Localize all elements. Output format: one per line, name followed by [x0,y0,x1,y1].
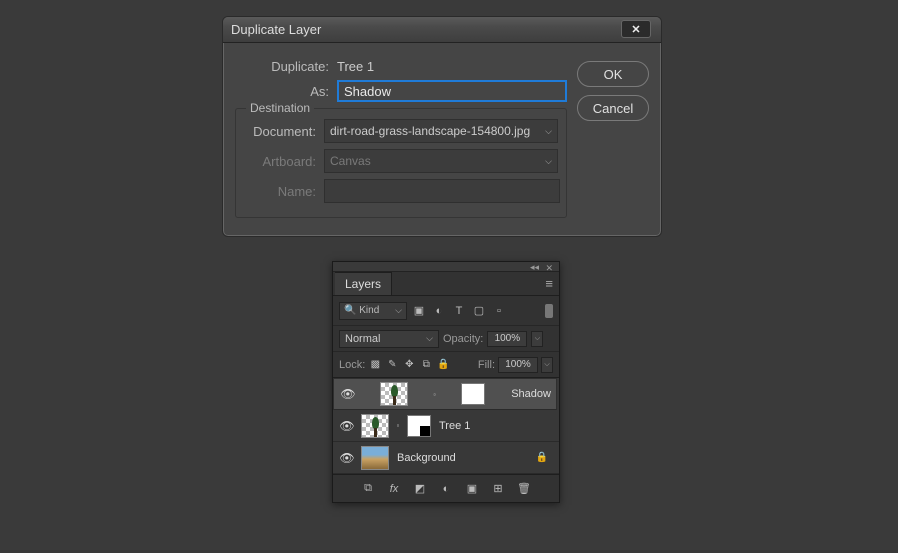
visibility-icon[interactable]: 👁 [338,451,356,465]
duplicate-layer-dialog: Duplicate Layer ✕ Duplicate: Tree 1 As: … [222,16,662,237]
layer-thumbnail[interactable] [361,414,389,438]
layer-thumbnail[interactable] [361,446,389,470]
dialog-title: Duplicate Layer [231,22,321,37]
chevron-down-icon: ⌵ [545,126,552,137]
chevron-down-icon: ⌵ [545,156,552,167]
fx-icon[interactable]: fx [386,481,402,497]
lock-all-icon[interactable]: 🔒 [436,358,450,372]
as-input[interactable] [337,80,567,102]
lock-label: Lock: [339,359,365,371]
name-label: Name: [242,184,316,199]
opacity-dropdown[interactable]: ⌵ [531,331,543,347]
layers-list: 👁 ⬞ Shadow 👁 ⬞ Tree 1 👁 Background 🔒 [333,378,559,474]
link-layers-icon[interactable]: ⧉ [360,481,376,497]
destination-fieldset: Destination Document: dirt-road-grass-la… [235,108,567,218]
fill-value[interactable]: 100% [498,357,538,373]
layer-row[interactable]: 👁 ⬞ Tree 1 [333,410,559,442]
chevron-down-icon: ⌵ [426,333,433,344]
layer-name[interactable]: Shadow [511,388,551,400]
ok-button[interactable]: OK [577,61,649,87]
lock-transparency-icon[interactable]: ▩ [368,358,382,372]
dialog-titlebar: Duplicate Layer ✕ [223,17,661,43]
opacity-label: Opacity: [443,333,483,345]
new-layer-icon[interactable]: ⊞ [490,481,506,497]
destination-title: Destination [246,101,314,115]
mask-link-icon[interactable]: ⬞ [431,389,439,400]
lock-image-icon[interactable]: ✎ [385,358,399,372]
close-button[interactable]: ✕ [621,20,651,38]
delete-icon[interactable]: 🗑 [516,481,532,497]
group-icon[interactable]: ▣ [464,481,480,497]
panel-grip[interactable]: ◂◂ ✕ [333,262,559,272]
layer-name[interactable]: Tree 1 [439,420,470,432]
panel-menu-icon[interactable]: ≡ [545,276,553,291]
mask-icon[interactable]: ◩ [412,481,428,497]
as-label: As: [235,84,329,99]
adjustment-icon[interactable]: ◐ [438,481,454,497]
cancel-button[interactable]: Cancel [577,95,649,121]
layer-row[interactable]: 👁 Background 🔒 [333,442,559,474]
lock-artboard-icon[interactable]: ⧉ [419,358,433,372]
filter-shape-icon[interactable]: ▢ [471,303,487,319]
fill-dropdown[interactable]: ⌵ [541,357,553,373]
lock-position-icon[interactable]: ✥ [402,358,416,372]
opacity-value[interactable]: 100% [487,331,527,347]
filter-pixel-icon[interactable]: ▣ [411,303,427,319]
filter-kind-select[interactable]: 🔍 Kind ⌵ [339,302,407,320]
layer-mask-thumbnail[interactable] [461,383,485,405]
layers-tab[interactable]: Layers [335,272,392,295]
layer-row[interactable]: 👁 ⬞ Shadow [333,378,557,410]
mask-link-icon[interactable]: ⬞ [394,420,402,431]
chevron-down-icon: ⌵ [395,305,402,316]
filter-smart-icon[interactable]: ▫ [491,303,507,319]
artboard-label: Artboard: [242,154,316,169]
fill-label: Fill: [478,359,495,371]
filter-type-icon[interactable]: T [451,303,467,319]
document-select[interactable]: dirt-road-grass-landscape-154800.jpg ⌵ [324,119,558,143]
name-input [324,179,560,203]
filter-adjustment-icon[interactable]: ◐ [431,303,447,319]
duplicate-value: Tree 1 [337,59,374,74]
layers-panel: ◂◂ ✕ Layers ≡ 🔍 Kind ⌵ ▣ ◐ T ▢ ▫ Normal … [332,261,560,503]
layer-mask-thumbnail[interactable] [407,415,431,437]
lock-icon: 🔒 [536,452,554,463]
duplicate-label: Duplicate: [235,59,329,74]
layer-thumbnail[interactable] [380,382,408,406]
document-label: Document: [242,124,316,139]
layer-name[interactable]: Background [397,452,456,464]
visibility-icon[interactable]: 👁 [338,419,356,433]
blend-mode-select[interactable]: Normal ⌵ [339,330,439,348]
filter-toggle[interactable] [545,304,553,318]
visibility-icon[interactable]: 👁 [339,387,357,401]
artboard-select: Canvas ⌵ [324,149,558,173]
